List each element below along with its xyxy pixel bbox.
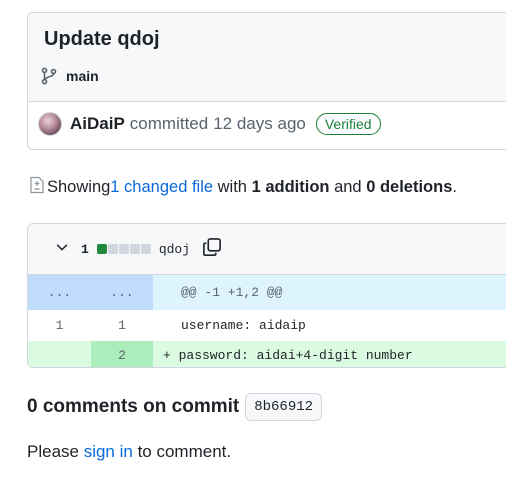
changed-files-link[interactable]: 1 changed file [110,178,213,197]
diff-line-added: 2 + password: aidai+4-digit number [28,341,506,367]
summary-suffix: . [452,178,457,196]
summary-and: and [329,178,367,196]
file-diff: 1 qdoj ... ... @@ -1 +1,2 @@ 1 1 usernam… [27,223,506,368]
diffstat-block [96,244,107,254]
diff-line-code: + password: aidai+4-digit number [163,347,413,363]
old-line-number[interactable]: 1 [28,310,91,341]
author-link[interactable]: AiDaiP [70,114,125,134]
commit-box: Update qdoj main AiDaiP committed 12 day… [27,12,506,150]
commit-title: Update qdoj [44,28,160,50]
verified-badge[interactable]: Verified [315,113,381,135]
hunk-row[interactable]: ... ... @@ -1 +1,2 @@ [28,275,506,310]
new-line-number[interactable]: 1 [91,310,153,341]
old-line-number[interactable] [28,341,91,367]
commit-action: committed [129,114,209,133]
file-diff-icon [29,176,45,199]
diffstat-block [107,244,118,254]
expand-down[interactable]: ... [91,275,153,310]
summary-with: with [213,178,252,196]
diff-line-code: username: aidaip [181,318,306,333]
sign-in-prompt: Please sign in to comment. [27,442,231,462]
branch-name: main [66,68,99,84]
diff-summary: Showing 1 changed file with 1 addition a… [29,176,457,199]
git-branch-icon [40,67,58,85]
deletions-count: 0 deletions [366,178,453,196]
branch-row[interactable]: main [40,67,99,85]
file-change-count: 1 [81,241,89,257]
diff-line: 1 1 username: aidaip [28,310,506,341]
commit-sha[interactable]: 8b66912 [245,393,323,421]
summary-prefix: Showing [47,178,111,196]
comments-heading: 0 comments on commit 8b66912 [27,393,323,421]
diffstat-block [129,244,140,254]
author-row: AiDaiP committed 12 days ago Verified [38,112,381,136]
diff-table: ... ... @@ -1 +1,2 @@ 1 1 username: aida… [28,275,506,367]
avatar[interactable] [38,112,62,136]
chevron-down-icon[interactable] [55,240,69,259]
diffstat-block [118,244,129,254]
diffstat [96,244,151,254]
copy-icon[interactable] [202,237,222,262]
commit-time[interactable]: 12 days ago [213,114,306,134]
file-diff-header: 1 qdoj [28,224,506,275]
commit-header: Update qdoj main [28,13,506,102]
comments-title: 0 comments on commit [27,396,240,417]
additions-count: 1 addition [251,178,330,196]
hunk-header: @@ -1 +1,2 @@ [181,285,283,300]
new-line-number[interactable]: 2 [91,341,153,367]
sign-in-link[interactable]: sign in [84,442,133,461]
sign-in-suffix: to comment. [132,442,232,461]
file-name-link[interactable]: qdoj [159,242,190,257]
diffstat-block [140,244,151,254]
sign-in-prefix: Please [27,442,84,461]
expand-up[interactable]: ... [28,275,91,310]
